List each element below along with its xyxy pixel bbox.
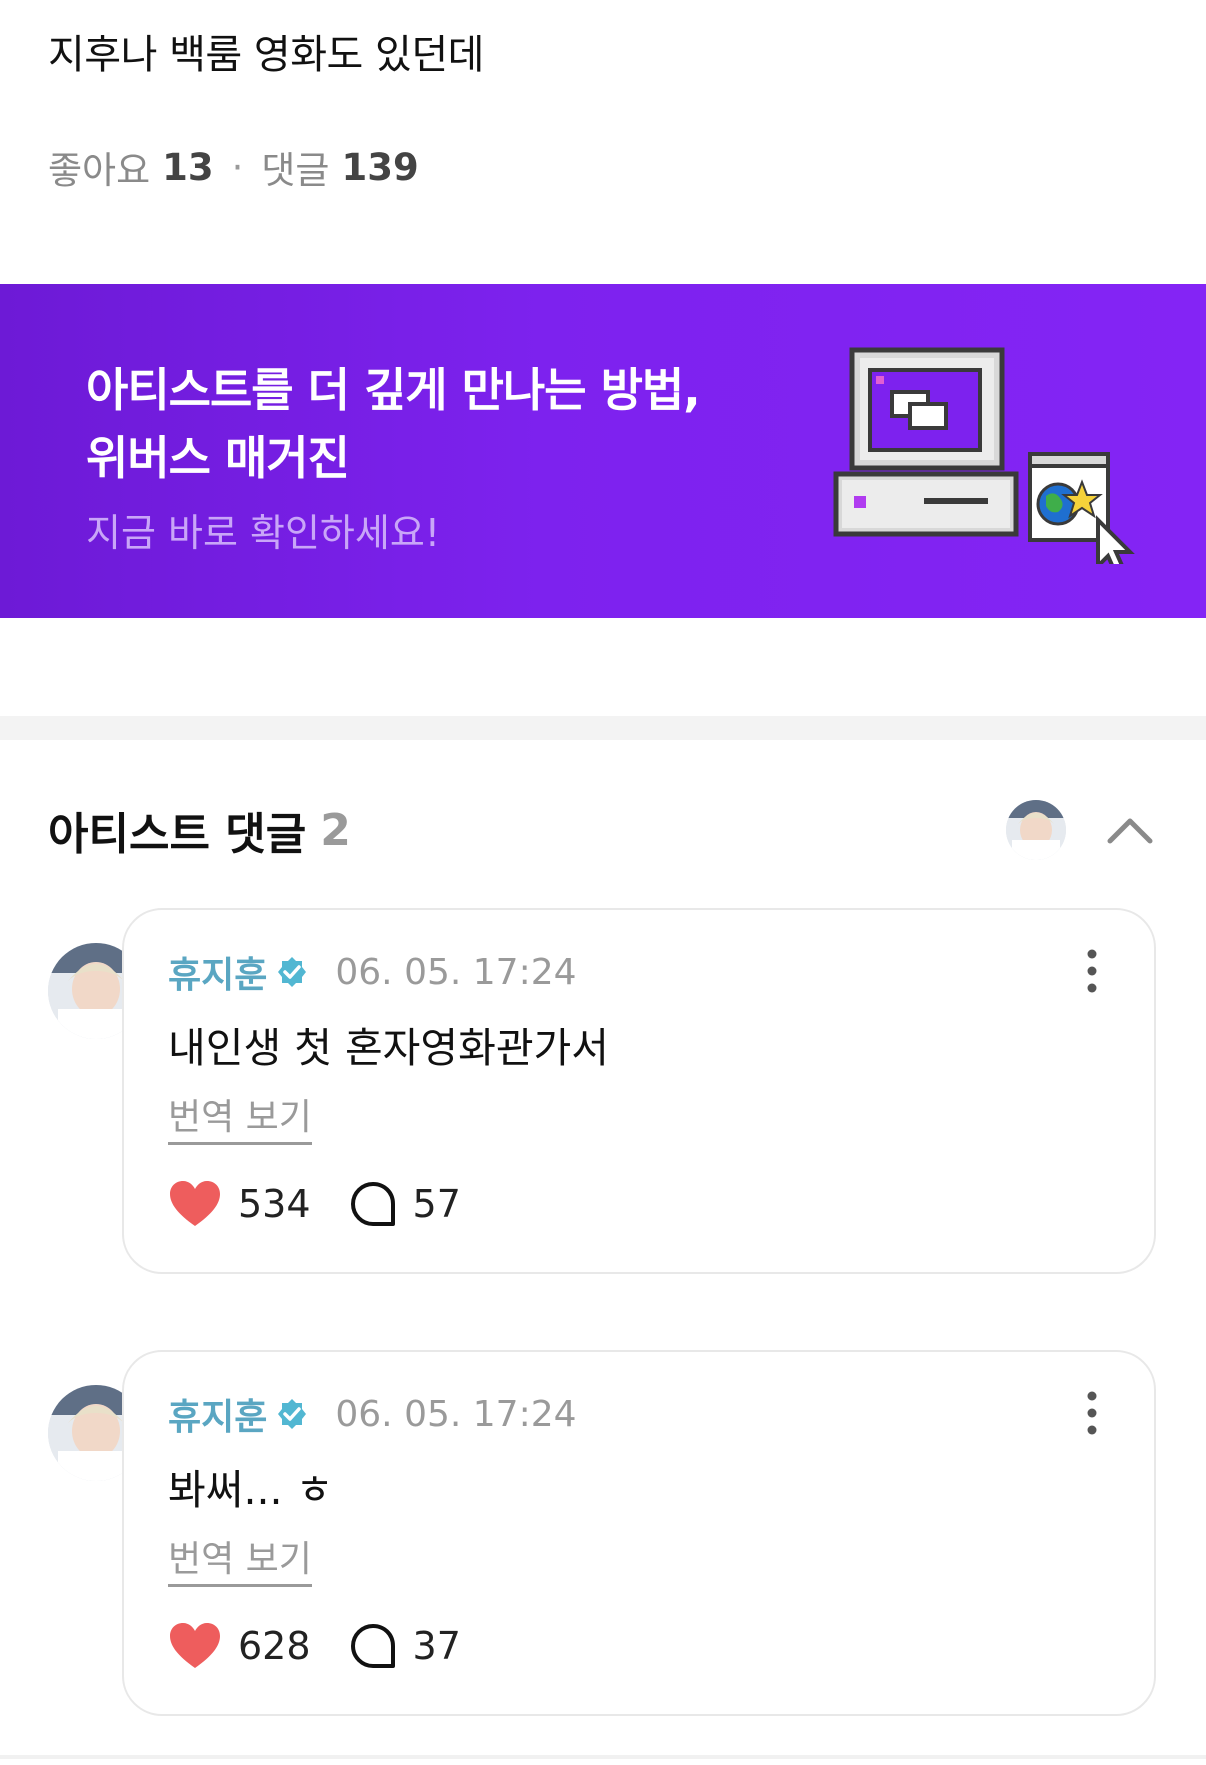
comment-count: 139: [341, 145, 419, 189]
mouse-cursor-icon: [1096, 515, 1135, 564]
comment-author-row: 휴지훈 06. 05. 17:24: [168, 946, 577, 998]
like-button[interactable]: 534: [168, 1180, 311, 1228]
artist-avatar[interactable]: [1006, 800, 1066, 860]
post-text: 지후나 백룸 영화도 있던데: [48, 32, 484, 78]
comment-card: 휴지훈 06. 05. 17:24 내인생 첫 혼자영화관가서 번역 보기 53…: [122, 908, 1156, 1274]
more-options-icon[interactable]: [1082, 946, 1102, 996]
translate-link[interactable]: 번역 보기: [168, 1530, 312, 1587]
like-count: 628: [238, 1624, 311, 1668]
chevron-up-icon: [1107, 818, 1153, 844]
like-button[interactable]: 628: [168, 1622, 311, 1670]
heart-icon: [170, 1623, 220, 1668]
artist-comments-title: 아티스트 댓글: [48, 809, 307, 860]
comment-text: 봐써... ㅎ: [168, 1466, 334, 1514]
comment-label: 댓글: [261, 149, 330, 192]
heart-icon: [170, 1181, 220, 1226]
collapse-button[interactable]: [1100, 800, 1160, 860]
comment-actions: 534 57: [168, 1180, 461, 1228]
speech-bubble-icon: [350, 1182, 395, 1226]
more-options-icon[interactable]: [1082, 1388, 1102, 1438]
comment-timestamp: 06. 05. 17:24: [335, 951, 577, 993]
like-label: 좋아요: [48, 149, 151, 192]
reply-button[interactable]: 57: [349, 1180, 461, 1228]
post-meta: 좋아요 13 · 댓글 139: [48, 140, 419, 194]
bottom-divider: [0, 1755, 1206, 1759]
comment-text: 내인생 첫 혼자영화관가서: [168, 1024, 609, 1072]
artist-comment: 휴지훈 06. 05. 17:24 내인생 첫 혼자영화관가서 번역 보기 53…: [48, 908, 1158, 1288]
comment-author-row: 휴지훈 06. 05. 17:24: [168, 1388, 577, 1440]
like-count: 13: [162, 145, 214, 189]
reply-count: 37: [412, 1624, 461, 1668]
comment-author-name[interactable]: 휴지훈: [168, 1388, 267, 1440]
meta-separator: ·: [231, 145, 244, 189]
section-divider: [0, 716, 1206, 740]
reply-button[interactable]: 37: [349, 1622, 461, 1670]
comment-timestamp: 06. 05. 17:24: [335, 1393, 577, 1435]
comment-actions: 628 37: [168, 1622, 461, 1670]
avatar-photo: [1006, 800, 1066, 860]
banner-title-line1: 아티스트를 더 깊게 만나는 방법,: [86, 363, 701, 417]
artist-comments-count: 2: [320, 804, 351, 856]
verified-badge-icon: [275, 1397, 309, 1431]
banner-subtitle: 지금 바로 확인하세요!: [86, 511, 441, 555]
like-count: 534: [238, 1182, 311, 1226]
verified-badge-icon: [275, 955, 309, 989]
magazine-banner[interactable]: 아티스트를 더 깊게 만나는 방법, 위버스 매거진 지금 바로 확인하세요!: [0, 284, 1206, 618]
reply-count: 57: [412, 1182, 461, 1226]
comment-author-name[interactable]: 휴지훈: [168, 946, 267, 998]
banner-title-line2: 위버스 매거진: [86, 431, 350, 485]
artist-comment: 휴지훈 06. 05. 17:24 봐써... ㅎ 번역 보기 628 37: [48, 1350, 1158, 1730]
artist-comments-header: 아티스트 댓글 2: [48, 800, 351, 861]
comment-card: 휴지훈 06. 05. 17:24 봐써... ㅎ 번역 보기 628 37: [122, 1350, 1156, 1716]
retro-computer-icon: [833, 347, 1135, 564]
translate-link[interactable]: 번역 보기: [168, 1088, 312, 1145]
speech-bubble-icon: [350, 1624, 395, 1668]
